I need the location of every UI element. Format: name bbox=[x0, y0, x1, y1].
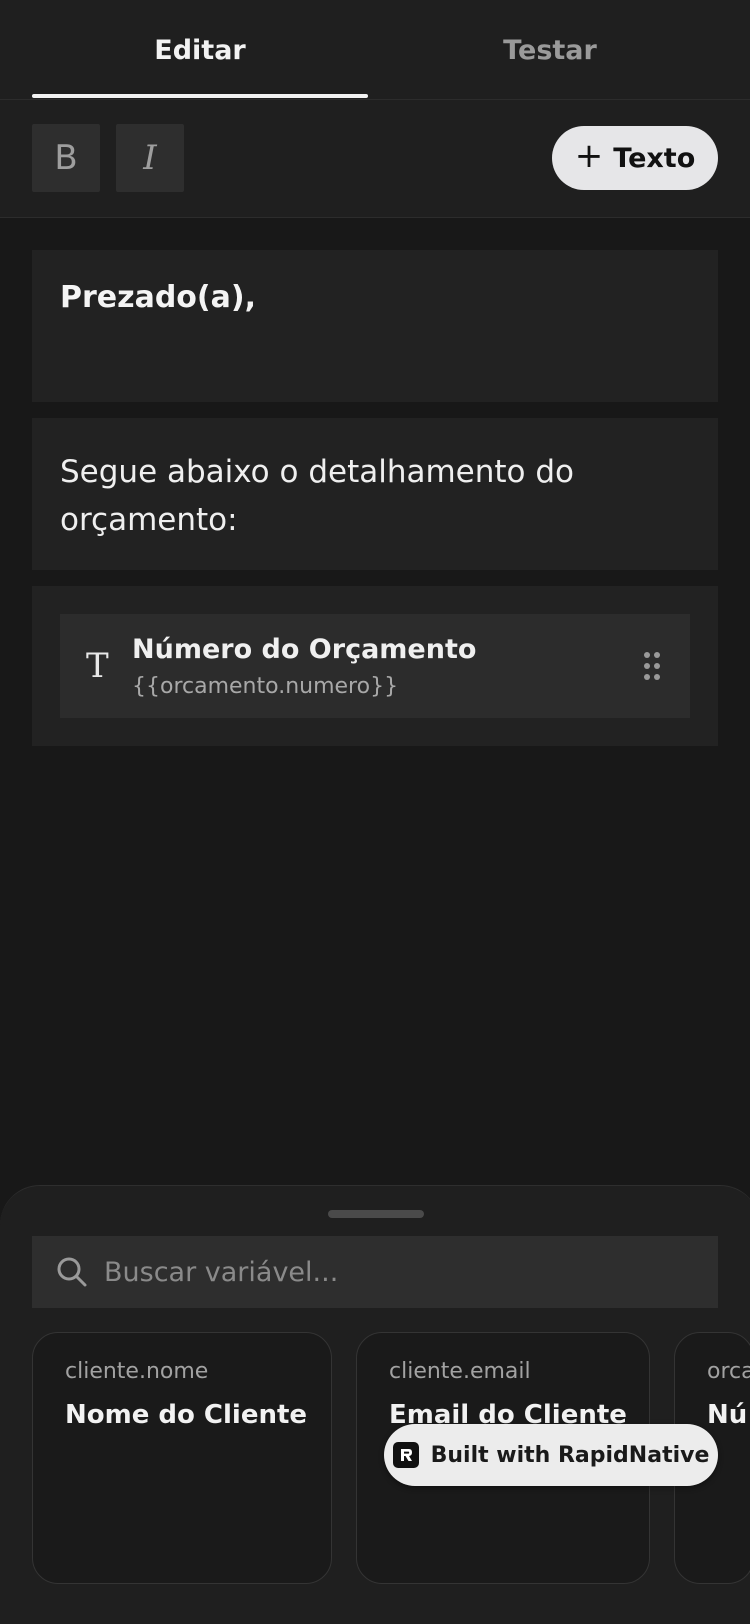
variable-chip[interactable]: T Número do Orçamento {{orcamento.numero… bbox=[60, 614, 690, 718]
text-block-greeting[interactable]: Prezado(a), bbox=[32, 250, 718, 402]
variables-bottom-sheet: cliente.nome Nome do Cliente cliente.ema… bbox=[0, 1185, 750, 1624]
badge-label: Built with RapidNative bbox=[430, 1442, 710, 1468]
italic-button[interactable]: I bbox=[116, 124, 184, 192]
variable-path: {{orcamento.numero}} bbox=[132, 674, 399, 699]
tab-testar[interactable]: Testar bbox=[382, 0, 718, 100]
search-input[interactable] bbox=[104, 1236, 704, 1308]
card-label: Nú bbox=[707, 1400, 748, 1430]
text-t-icon: T bbox=[86, 646, 109, 686]
drag-handle-icon[interactable] bbox=[644, 652, 660, 680]
add-text-button[interactable]: + Texto bbox=[552, 126, 718, 190]
active-tab-indicator bbox=[32, 94, 368, 98]
plus-icon: + bbox=[574, 136, 604, 176]
card-path: cliente.nome bbox=[65, 1359, 209, 1384]
tab-editar[interactable]: Editar bbox=[32, 0, 368, 100]
variable-label: Número do Orçamento bbox=[132, 634, 477, 665]
format-toolbar: B I + Texto bbox=[0, 100, 750, 218]
variable-block: T Número do Orçamento {{orcamento.numero… bbox=[32, 586, 718, 746]
text-block-intro[interactable]: Segue abaixo o detalhamento do orçamento… bbox=[32, 418, 718, 570]
variable-card-cliente-nome[interactable]: cliente.nome Nome do Cliente bbox=[32, 1332, 332, 1584]
intro-text: Segue abaixo o detalhamento do orçamento… bbox=[60, 454, 575, 538]
card-label: Nome do Cliente bbox=[65, 1400, 308, 1430]
built-with-badge[interactable]: Built with RapidNative bbox=[384, 1424, 718, 1486]
bold-button[interactable]: B bbox=[32, 124, 100, 192]
search-icon bbox=[57, 1257, 87, 1287]
template-editor-screen: Editar Testar B I + Texto Prezado(a), Se… bbox=[0, 0, 750, 1624]
search-box bbox=[32, 1236, 718, 1308]
card-path: orca bbox=[707, 1359, 750, 1384]
tab-bar: Editar Testar bbox=[0, 0, 750, 100]
sheet-drag-handle[interactable] bbox=[328, 1210, 424, 1218]
card-path: cliente.email bbox=[389, 1359, 531, 1384]
greeting-text: Prezado(a), bbox=[60, 280, 256, 315]
add-text-label: Texto bbox=[613, 142, 696, 174]
rapidnative-logo-icon bbox=[392, 1442, 419, 1468]
